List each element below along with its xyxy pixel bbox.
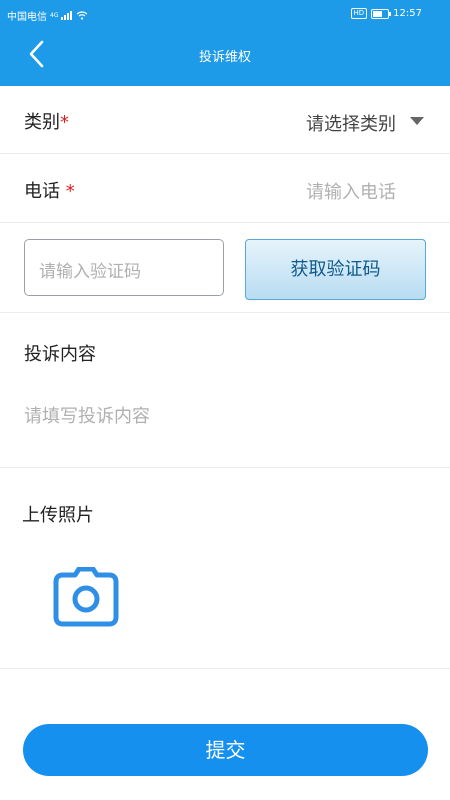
phone-row: 电话 * 请输入电话 — [0, 154, 450, 223]
complaint-textarea[interactable]: 请填写投诉内容 — [24, 402, 150, 428]
category-select-value[interactable]: 请选择类别 — [306, 110, 396, 136]
carrier-label: 中国电信 — [7, 12, 47, 23]
phone-label: 电话 — [24, 181, 60, 202]
app-header: 中国电信 4G HD 12:57 投诉维权 — [0, 0, 450, 86]
signal-icon — [61, 11, 73, 20]
complaint-screen: 中国电信 4G HD 12:57 投诉维权 类别* 请选择类别 电话 * 请输入… — [0, 0, 450, 800]
phone-label-group: 电话 * — [24, 177, 75, 203]
dropdown-caret-icon[interactable] — [410, 117, 424, 125]
camera-icon — [53, 566, 119, 627]
battery-icon — [371, 8, 392, 19]
status-bar: 中国电信 4G HD 12:57 — [0, 0, 450, 26]
verification-code-placeholder: 请输入验证码 — [39, 262, 141, 282]
complaint-section — [0, 313, 450, 468]
verification-code-input[interactable]: 请输入验证码 — [24, 239, 224, 296]
required-mark: * — [60, 112, 69, 133]
get-code-button[interactable]: 获取验证码 — [245, 239, 426, 300]
phone-input[interactable]: 请输入电话 — [306, 178, 396, 204]
status-right: HD 12:57 — [350, 8, 422, 19]
wifi-icon — [77, 11, 88, 20]
network-type: 4G — [50, 12, 59, 19]
required-mark: * — [65, 181, 75, 202]
category-row[interactable]: 类别* 请选择类别 — [0, 86, 450, 154]
submit-button[interactable]: 提交 — [23, 724, 428, 776]
category-label: 类别 — [24, 112, 60, 133]
upload-photo-button[interactable] — [53, 566, 119, 627]
category-label-group: 类别* — [24, 108, 69, 134]
photo-label: 上传照片 — [22, 505, 94, 526]
complaint-label: 投诉内容 — [24, 344, 96, 365]
hd-badge: HD — [350, 8, 368, 19]
status-time: 12:57 — [393, 8, 422, 19]
page-title: 投诉维权 — [198, 50, 251, 65]
status-left: 中国电信 4G — [7, 8, 88, 23]
